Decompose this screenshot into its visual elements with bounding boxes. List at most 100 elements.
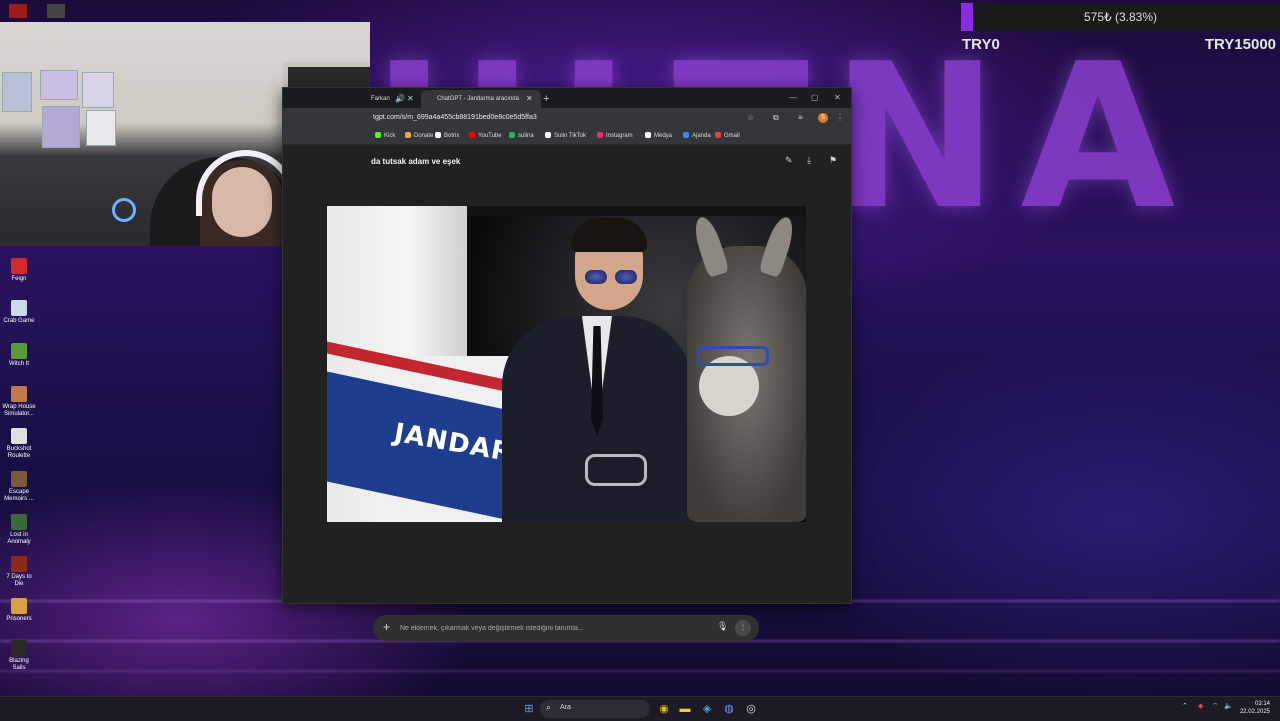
desktop-shortcut-label: 7 Days to Die <box>6 574 32 587</box>
bookmark-ajanda[interactable]: Ajanda <box>683 131 711 141</box>
obs-icon[interactable]: ◎ <box>743 701 759 717</box>
close-tab-icon[interactable]: ✕ <box>526 90 533 108</box>
man-hair <box>571 218 647 252</box>
taskbar: ⊞ ⌕ Ara ◉ ▬ ◈ ◍ ◎ ⌃ ◆ ⌔ 🔈 03:14 22.02.20… <box>0 696 1280 721</box>
generated-image[interactable]: JANDARMA <box>327 206 806 522</box>
game-shortcut-icon[interactable] <box>9 4 27 18</box>
voice-mode-icon[interactable]: ⫶ <box>735 620 751 636</box>
desktop-shortcut[interactable]: 7 Days to Die <box>2 556 36 588</box>
desktop-shortcut-label: Crab Game <box>3 318 35 324</box>
donation-goal-bar: 575₺ (3.83%) <box>961 3 1280 31</box>
desktop-shortcut[interactable]: Escape Memoirs ... <box>2 471 36 503</box>
edit-icon[interactable]: ✎ <box>785 155 793 166</box>
clock-date: 22.02.2025 <box>1239 709 1270 715</box>
bookmark-favicon-icon <box>509 132 515 138</box>
steam-icon[interactable]: ◈ <box>699 701 715 717</box>
search-label: Ara <box>560 704 571 711</box>
desktop-shortcut[interactable]: Feign <box>2 258 36 283</box>
bookmark-label: Gmail <box>724 133 740 139</box>
bookmark-label: YouTube <box>478 133 502 139</box>
chat-title: da tutsak adam ve eşek <box>371 157 461 166</box>
bookmark-label: Kick <box>384 133 396 139</box>
bookmark-favicon-icon <box>597 132 603 138</box>
tab-active[interactable]: ChatGPT - Jandarma aracında <box>421 90 541 108</box>
download-icon[interactable]: ⤓ <box>807 155 811 166</box>
donation-goal-max: TRY15000 <box>1204 36 1276 53</box>
bookmark-gmail[interactable]: Gmail <box>715 131 740 141</box>
tab-label: Farkan <box>371 96 390 102</box>
bookmark-sulin-tiktok[interactable]: Sulin TikTok <box>545 131 586 141</box>
desktop-shortcut[interactable]: Buckshot Roulette <box>2 428 36 460</box>
start-menu-icon[interactable]: ⊞ <box>521 701 537 717</box>
wall-poster <box>86 110 116 146</box>
wrap-house-icon <box>11 386 27 402</box>
clock-time: 03:14 <box>1254 701 1270 707</box>
desktop-shortcut[interactable]: Witch It <box>2 343 36 368</box>
blazing-sails-icon <box>11 640 27 656</box>
sunglasses-icon <box>585 270 637 284</box>
microphone-icon[interactable]: 🎙 <box>717 621 728 632</box>
wifi-icon[interactable]: ⌔ <box>1212 702 1219 711</box>
bookmark-sulina[interactable]: sulina <box>509 131 534 141</box>
tray-app-icon[interactable]: ◆ <box>1198 702 1203 710</box>
desktop-shortcut[interactable]: Wrap House Simulator... <box>2 386 36 418</box>
lost-in-anomaly-icon <box>11 514 27 530</box>
profile-avatar[interactable]: S <box>818 113 828 123</box>
bookmark-kick[interactable]: Kick <box>375 131 395 141</box>
file-explorer-icon[interactable]: ▬ <box>677 701 693 717</box>
bookmark-favicon-icon <box>645 132 651 138</box>
close-window-icon[interactable]: ✕ <box>834 90 841 106</box>
seven-days-icon <box>11 556 27 572</box>
new-tab-icon[interactable]: + <box>543 90 549 108</box>
buckshot-roulette-icon <box>11 428 27 444</box>
extensions-icon[interactable]: ⧉ <box>773 112 779 124</box>
wall-poster <box>40 70 78 100</box>
witch-it-icon <box>11 343 27 359</box>
maximize-icon[interactable]: ▢ <box>811 90 819 106</box>
chrome-icon[interactable]: ◉ <box>656 701 672 717</box>
url-field[interactable]: tgpt.com/s/m_699a4a455cb88191bed0e8c0e5d… <box>373 112 537 124</box>
add-attachment-icon[interactable]: + <box>383 620 390 634</box>
bookmark-favicon-icon <box>375 132 381 138</box>
donation-goal-min: TRY0 <box>962 36 1000 53</box>
bookmark-medya[interactable]: Medya <box>645 131 672 141</box>
bookmark-label: sulina <box>518 133 534 139</box>
discord-icon[interactable]: ◍ <box>721 701 737 717</box>
bookmark-donate[interactable]: Donate <box>405 131 433 141</box>
bookmark-label: Donate <box>414 133 434 139</box>
close-tab-icon[interactable]: ✕ <box>407 90 414 108</box>
app-shortcut-icon[interactable] <box>47 4 65 18</box>
browser-window: Farkan 🔊 ✕ ChatGPT - Jandarma aracında ✕… <box>282 87 852 641</box>
desktop-shortcut-label: Buckshot Roulette <box>6 446 32 459</box>
donation-goal-text: 575₺ (3.83%) <box>1083 10 1157 24</box>
desktop-shortcut[interactable]: Lost in Anomaly <box>2 514 36 546</box>
menu-icon[interactable]: ⋮ <box>836 112 844 124</box>
bookmark-star-icon[interactable]: ☆ <box>747 112 754 124</box>
prompt-input[interactable] <box>400 621 700 635</box>
tab-label: ChatGPT - Jandarma aracında <box>437 96 519 102</box>
desktop-shortcut[interactable]: Blazing Sails <box>2 640 36 672</box>
bookmark-youtube[interactable]: YouTube <box>469 131 502 141</box>
tray-chevron-icon[interactable]: ⌃ <box>1182 702 1188 710</box>
desktop-shortcut[interactable]: Crab Game <box>2 300 36 325</box>
taskbar-search[interactable]: ⌕ Ara <box>540 700 650 718</box>
donkey-halter <box>697 346 769 366</box>
taskbar-clock[interactable]: 03:14 22.02.2025 <box>1240 700 1270 716</box>
desktop-shortcut-label: Escape Memoirs ... <box>4 489 34 502</box>
bookmark-botrix[interactable]: Botrix <box>435 131 459 141</box>
prompt-box: + 🎙 ⫶ <box>373 615 759 641</box>
tab-inactive[interactable]: Farkan <box>371 90 411 108</box>
desktop-shortcut[interactable]: Prisoners <box>2 598 36 623</box>
bookmark-favicon-icon <box>683 132 689 138</box>
wave-line <box>0 670 1280 672</box>
media-control-icon[interactable]: ≡ <box>798 112 803 124</box>
flag-icon[interactable]: ⚑ <box>829 155 837 166</box>
volume-icon[interactable]: 🔈 <box>1224 702 1233 710</box>
bookmark-favicon-icon <box>545 132 551 138</box>
bookmark-instagram[interactable]: Instagram <box>597 131 633 141</box>
feign-icon <box>11 258 27 274</box>
minimize-icon[interactable]: — <box>789 90 797 106</box>
speaker-icon[interactable]: 🔊 <box>395 90 405 108</box>
desktop-shortcut-label: Witch It <box>8 361 29 367</box>
bookmark-label: Medya <box>654 133 673 139</box>
